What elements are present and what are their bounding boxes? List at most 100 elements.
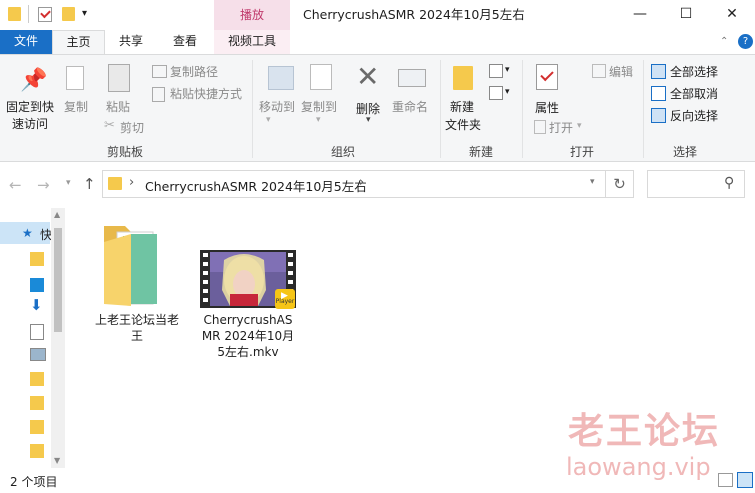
invert-selection-button[interactable]: 反向选择 [670, 107, 718, 124]
properties-check-icon[interactable] [38, 7, 52, 22]
forward-arrow-icon[interactable]: → [37, 176, 50, 194]
status-item-count: 2 个项目 [10, 475, 58, 489]
player-badge-icon: ▶ Player [275, 289, 295, 309]
video-name-line-1: CherrycrushAS [203, 313, 293, 327]
tab-view[interactable]: 查看 [162, 30, 208, 54]
group-divider [643, 60, 644, 158]
folder-icon [108, 177, 122, 190]
new-item-icon[interactable] [489, 64, 503, 78]
invert-selection-icon[interactable] [651, 108, 666, 123]
move-to-button[interactable]: 移动到 [259, 98, 295, 115]
delete-dropdown-icon[interactable]: ▾ [366, 115, 371, 125]
open-icon[interactable] [534, 120, 546, 134]
download-arrow-icon[interactable]: ⬇ [30, 296, 43, 314]
copy-to-button[interactable]: 复制到 [301, 98, 337, 115]
move-to-dropdown-icon[interactable]: ▾ [266, 115, 271, 125]
folder-name-line-1: 上老王论坛当老 [94, 313, 179, 327]
easy-access-dropdown-icon[interactable]: ▾ [505, 87, 510, 97]
customize-qat-chevron-icon[interactable]: ▾ [82, 8, 87, 19]
copy-path-button[interactable]: 复制路径 [170, 63, 218, 80]
window-title: CherrycrushASMR 2024年10月5左右 [303, 7, 525, 22]
select-none-button[interactable]: 全部取消 [670, 85, 718, 102]
cut-button[interactable]: 剪切 [120, 119, 144, 136]
breadcrumb-separator[interactable]: › [359, 175, 364, 190]
pin-quick-access-label-1[interactable]: 固定到快 [6, 98, 54, 115]
pictures-icon[interactable] [30, 348, 46, 361]
easy-access-icon[interactable] [489, 86, 503, 100]
refresh-icon[interactable]: ↻ [606, 170, 634, 198]
new-item-dropdown-icon[interactable]: ▾ [505, 65, 510, 75]
properties-button[interactable]: 属性 [535, 99, 559, 116]
scrollbar-thumb[interactable] [54, 228, 62, 332]
address-history-chevron-icon[interactable]: ▾ [590, 177, 595, 187]
group-divider [522, 60, 523, 158]
copy-to-dropdown-icon[interactable]: ▾ [316, 115, 321, 125]
new-folder-label-2[interactable]: 文件夹 [445, 116, 481, 133]
select-all-button[interactable]: 全部选择 [670, 63, 718, 80]
search-icon[interactable]: ⚲ [724, 175, 734, 191]
tab-play-context[interactable]: 播放 [214, 0, 290, 30]
folder-icon[interactable] [30, 396, 44, 410]
details-view-icon[interactable] [718, 473, 733, 487]
folder-name-line-2: 王 [130, 329, 143, 343]
scissors-icon[interactable]: ✂ [104, 118, 115, 133]
copy-button[interactable]: 复制 [64, 98, 88, 115]
delete-x-icon[interactable]: ✕ [356, 60, 379, 93]
rename-button[interactable]: 重命名 [392, 98, 428, 115]
paste-shortcut-icon[interactable] [152, 87, 165, 102]
select-all-icon[interactable] [651, 64, 666, 79]
tab-file[interactable]: 文件 [0, 30, 52, 54]
collapse-ribbon-chevron-icon[interactable]: ⌃ [720, 36, 728, 47]
folder-icon[interactable] [30, 372, 44, 386]
close-button[interactable]: ✕ [709, 0, 755, 30]
breadcrumb-current-folder[interactable]: CherrycrushASMR 2024年10月5左右 [145, 176, 367, 195]
document-icon[interactable] [30, 324, 44, 340]
new-folder-label-1[interactable]: 新建 [450, 98, 474, 115]
new-folder-icon[interactable] [62, 7, 75, 21]
folder-icon[interactable] [30, 420, 44, 434]
new-folder-icon[interactable] [453, 66, 473, 90]
back-arrow-icon[interactable]: ← [9, 176, 22, 194]
properties-icon[interactable] [536, 64, 558, 90]
select-none-icon[interactable] [651, 86, 666, 101]
scroll-up-arrow-icon[interactable]: ▲ [54, 210, 60, 219]
star-icon: ★ [22, 226, 33, 240]
desktop-icon[interactable] [30, 278, 44, 292]
breadcrumb-separator[interactable]: › [129, 175, 134, 190]
edit-icon[interactable] [592, 64, 606, 78]
tab-video-tools[interactable]: 视频工具 [214, 30, 290, 54]
rename-icon[interactable] [398, 69, 426, 87]
video-name-line-3: 5左右.mkv [217, 345, 279, 359]
edit-button[interactable]: 编辑 [609, 63, 633, 80]
paste-button[interactable]: 粘贴 [106, 98, 130, 115]
up-arrow-icon[interactable]: ↑ [83, 175, 96, 193]
folder-icon[interactable] [30, 444, 44, 458]
scroll-down-arrow-icon[interactable]: ▼ [54, 456, 60, 465]
open-dropdown-icon[interactable]: ▾ [577, 121, 582, 131]
group-divider [440, 60, 441, 158]
copy-path-icon[interactable] [152, 65, 167, 78]
folder-icon[interactable] [30, 252, 44, 266]
watermark-url: laowang.vip [566, 453, 711, 481]
recent-locations-chevron-icon[interactable]: ▾ [66, 178, 71, 188]
minimize-button[interactable]: — [617, 0, 663, 30]
group-label-open: 打开 [569, 145, 594, 159]
paste-shortcut-button[interactable]: 粘贴快捷方式 [170, 85, 242, 102]
paste-icon[interactable] [108, 64, 130, 92]
folder-large-icon [104, 226, 157, 306]
help-icon[interactable]: ? [738, 34, 753, 49]
group-divider [252, 60, 253, 158]
copy-icon[interactable] [66, 66, 84, 90]
maximize-button[interactable]: ☐ [663, 0, 709, 30]
pin-icon[interactable]: 📌 [20, 68, 47, 93]
pin-quick-access-label-2[interactable]: 速访问 [12, 115, 48, 132]
copy-to-icon[interactable] [310, 64, 332, 90]
divider [28, 5, 29, 23]
move-to-icon[interactable] [268, 66, 294, 90]
tab-home[interactable]: 主页 [52, 30, 105, 54]
folder-icon[interactable] [8, 7, 21, 21]
large-icons-view-icon[interactable] [737, 472, 753, 488]
tab-share[interactable]: 共享 [108, 30, 154, 54]
open-button[interactable]: 打开 [549, 119, 573, 136]
watermark-title: 老王论坛 [568, 411, 721, 452]
